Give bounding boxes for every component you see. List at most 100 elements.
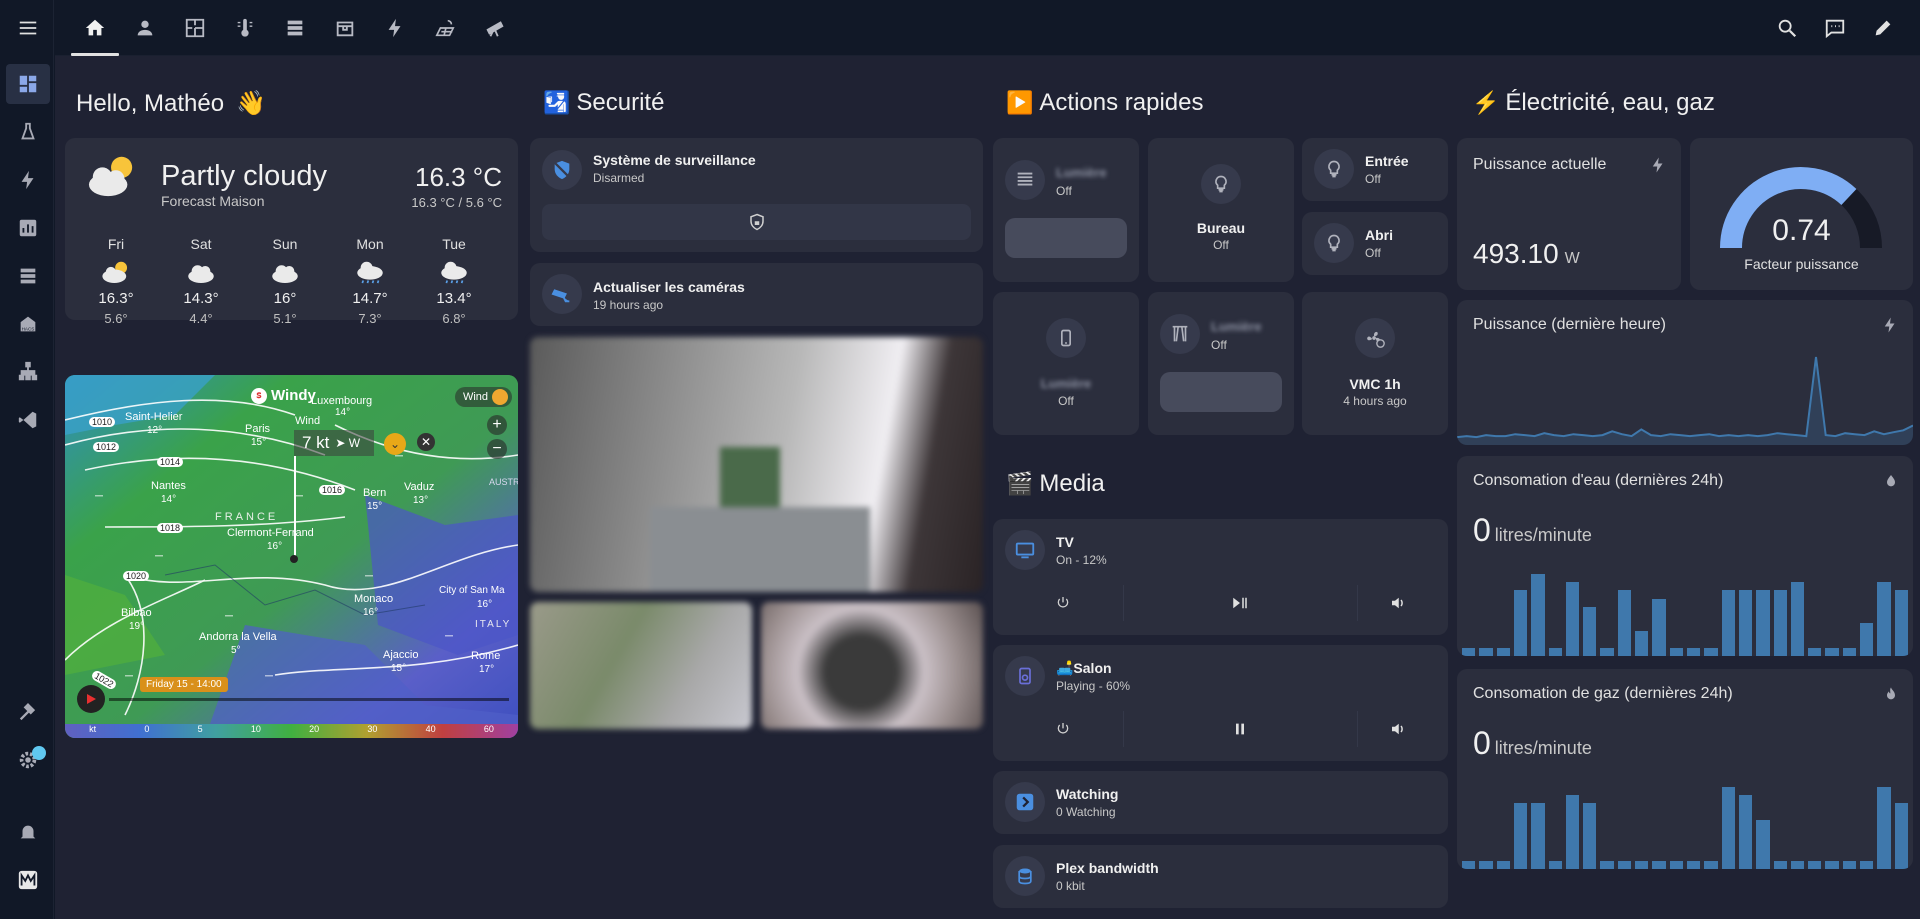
action-state: Off [1365,246,1381,260]
refresh-cameras-card[interactable]: Actualiser les caméras 19 hours ago [530,263,983,326]
tab-printer[interactable] [321,8,369,48]
quick-action-1[interactable]: Lumière Off [993,138,1139,282]
edit-dashboard-button[interactable] [1863,8,1903,48]
tab-solar[interactable] [421,8,469,48]
database-icon [1005,856,1045,896]
action-state: Off [1058,394,1074,408]
tab-telescope[interactable] [471,8,519,48]
media-state: On - 12% [1056,553,1107,567]
media-title: 🎬 Media [1006,470,1105,497]
media-player-salon[interactable]: 🛋️Salon Playing - 60% [993,645,1448,761]
quick-action-5[interactable]: Lumière Off [993,292,1139,435]
cog-icon[interactable] [6,740,50,780]
forecast-day: Sat 14.3° 4.4° [166,236,236,326]
power-button[interactable] [1004,711,1124,747]
windy-map[interactable]: 1010 1012 1014 1016 1018 1020 1022 Luxem… [65,375,518,738]
vscode-icon[interactable] [6,400,50,440]
menu-icon[interactable] [6,8,50,48]
tab-floorplan[interactable] [171,8,219,48]
pause-button[interactable] [1145,711,1335,747]
action-button[interactable] [1160,372,1282,412]
speaker-icon [1005,656,1045,696]
zoom-out-button[interactable]: − [487,439,507,459]
water-card[interactable]: Consomation d'eau (dernières 24h) 0 litr… [1457,456,1913,656]
rainy-icon [335,258,405,288]
power-button[interactable] [1004,585,1124,621]
bell-icon[interactable] [6,812,50,852]
gauge-value: 0.74 [1772,214,1831,247]
lightning-icon[interactable] [6,160,50,200]
camera-feed-2[interactable] [530,602,752,729]
plex-state: 0 kbit [1056,879,1085,893]
bar [1635,860,1649,869]
power-factor-gauge[interactable]: 0.74 Facteur puissance [1690,138,1913,290]
tab-energy[interactable] [371,8,419,48]
tab-climate[interactable] [221,8,269,48]
play-button[interactable] [77,685,105,713]
energy-title: ⚡ Électricité, eau, gaz [1472,89,1715,116]
action-button[interactable] [1005,218,1127,258]
power-hour-card[interactable]: Puissance (dernière heure) [1457,300,1913,445]
hacs-icon[interactable]: HACS [6,304,50,344]
power-card[interactable]: Puissance actuelle 493.10 W [1457,138,1681,290]
tab-person[interactable] [121,8,169,48]
tab-server[interactable] [271,8,319,48]
assist-button[interactable] [1815,8,1855,48]
bar [1738,590,1753,656]
bar [1652,598,1666,656]
bar [1669,647,1683,656]
vmc-card[interactable]: VMC 1h 4 hours ago [1302,292,1448,435]
play-pause-button[interactable] [1145,585,1335,621]
bar [1565,795,1580,869]
light-bureau[interactable]: Bureau Off [1148,138,1294,282]
cellphone-icon [1046,318,1086,358]
map-place: ITALY [475,619,512,630]
network-icon[interactable] [6,352,50,392]
gas-card[interactable]: Consomation de gaz (dernières 24h) 0 lit… [1457,669,1913,869]
bar [1479,860,1493,869]
close-icon[interactable]: ✕ [417,433,435,451]
flask-icon[interactable] [6,112,50,152]
light-abri[interactable]: Abri Off [1302,212,1448,275]
chart-icon[interactable] [6,208,50,248]
avatar[interactable] [6,860,50,900]
fire-icon [1887,687,1895,700]
bar [1635,631,1649,656]
media-player-tv[interactable]: TV On - 12% [993,519,1448,635]
isobar-label: 1020 [123,571,150,581]
wind-picker[interactable]: 7 kt ➤ W [294,430,374,456]
play-pause-icon [1233,597,1248,609]
volume-button[interactable] [1357,711,1437,747]
arm-button[interactable] [542,204,971,240]
isobar-label: 1012 [93,442,120,452]
map-temp: 13° [413,495,429,506]
chevron-down-icon[interactable]: ⌄ [384,433,406,455]
volume-button[interactable] [1357,585,1437,621]
map-place: City of San Ma [439,585,505,596]
bar [1773,590,1787,656]
floorplan-icon [185,18,205,38]
camera-feed-main[interactable] [530,337,983,592]
tab-home[interactable] [71,8,119,48]
quick-action-6[interactable]: Lumière Off [1148,292,1294,435]
watching-card[interactable]: Watching 0 Watching [993,771,1448,834]
layer-selector[interactable]: Wind [454,387,512,407]
weather-card[interactable]: Partly cloudy Forecast Maison 16.3 °C 16… [65,138,518,326]
light-entree[interactable]: Entrée Off [1302,138,1448,201]
alarm-card[interactable]: Système de surveillance Disarmed [530,138,983,252]
alarm-state: Disarmed [593,171,645,185]
plex-bandwidth-card[interactable]: Plex bandwidth 0 kbit [993,845,1448,908]
hammer-icon[interactable] [6,692,50,732]
zoom-in-button[interactable]: + [487,415,507,435]
action-state: Off [1213,238,1229,252]
windy-logo-icon: ꜱ [251,387,267,404]
timeline-bar[interactable] [109,698,509,701]
timeline-date[interactable]: Friday 15 - 14:00 [140,677,228,692]
camera-feed-3[interactable] [761,602,983,729]
server-icon[interactable] [6,256,50,296]
search-button[interactable] [1767,8,1807,48]
bar [1894,803,1908,869]
dashboard-icon[interactable] [6,64,50,104]
windy-logo[interactable]: ꜱ Windy [251,387,316,404]
bar [1617,860,1632,869]
